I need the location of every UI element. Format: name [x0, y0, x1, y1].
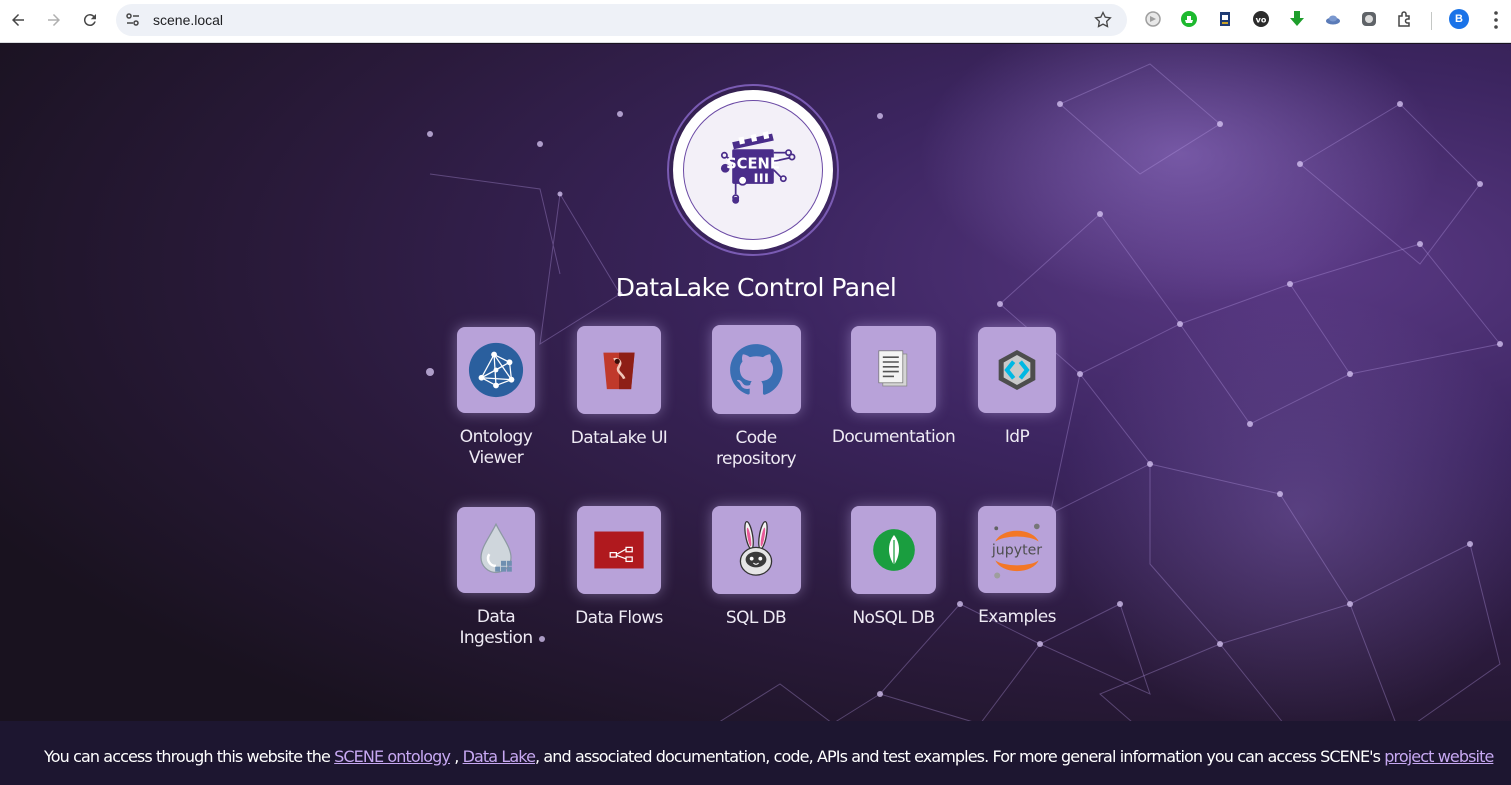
toolbar-divider: [1431, 12, 1432, 30]
tile-ontology-viewer[interactable]: Ontology Viewer: [446, 327, 546, 469]
forward-arrow-icon: [48, 14, 60, 26]
scene-ontology-link[interactable]: SCENE ontology: [334, 747, 451, 766]
tile-label: Ontology Viewer: [459, 427, 533, 468]
tile-documentation[interactable]: Documentation: [831, 326, 956, 448]
logo-text: SCENE: [726, 155, 780, 172]
tile-label: Data Ingestion: [459, 607, 533, 648]
document-icon: [877, 349, 907, 386]
site-info-icon[interactable]: [124, 11, 142, 29]
tile-label: NoSQL DB: [852, 608, 935, 628]
page-content: SCENE DataLake Control Panel Ontology Vi…: [0, 44, 1511, 785]
back-arrow-icon: [12, 14, 24, 26]
project-website-link[interactable]: project website: [1384, 747, 1494, 766]
jupyter-icon: jupyter: [991, 523, 1042, 578]
cloud-ext-icon[interactable]: [1324, 10, 1342, 28]
tile-label: Examples: [978, 607, 1056, 627]
tile-label: Code repository: [716, 428, 797, 469]
keycloak-icon: [998, 350, 1036, 390]
tile-nosql-db[interactable]: NoSQL DB: [831, 506, 956, 629]
network-graph-icon: [468, 342, 524, 398]
bookmark-star-icon[interactable]: [1093, 10, 1113, 30]
reload-button[interactable]: [78, 8, 102, 32]
reload-icon: [83, 14, 96, 27]
tile-label: SQL DB: [725, 608, 787, 628]
svg-text:vo: vo: [1256, 16, 1267, 25]
tile-datalake-ui[interactable]: DataLake UI: [569, 326, 669, 449]
vo-ext-icon[interactable]: vo: [1252, 10, 1270, 28]
browser-toolbar: scene.local vo B: [0, 0, 1511, 43]
svg-text:jupyter: jupyter: [991, 542, 1042, 558]
bunny-astronaut-icon: [739, 520, 773, 576]
tile-label: DataLake UI: [570, 428, 668, 448]
profile-avatar[interactable]: B: [1449, 9, 1469, 29]
page-title: DataLake Control Panel: [615, 273, 897, 302]
tile-label: IdP: [1004, 427, 1030, 447]
footer-bar: You can access through this website the …: [0, 721, 1511, 785]
green-download-ext-icon[interactable]: [1288, 10, 1306, 28]
tile-examples[interactable]: jupyter Examples: [967, 506, 1067, 628]
github-icon: [730, 343, 783, 395]
footer-text: You can access through this website the …: [44, 747, 1494, 766]
bookmark-ext-icon[interactable]: [1216, 10, 1234, 28]
tile-label: Data Flows: [575, 608, 663, 628]
tile-data-ingestion[interactable]: Data Ingestion: [446, 507, 546, 649]
back-button[interactable]: [6, 8, 30, 32]
tile-idp[interactable]: IdP: [967, 327, 1067, 448]
forward-button[interactable]: [42, 8, 66, 32]
url-text: scene.local: [153, 12, 224, 28]
puzzle-extensions-icon[interactable]: [1396, 10, 1414, 28]
gray-circle-ext-icon[interactable]: [1144, 10, 1162, 28]
clapperboard-logo-icon: SCENE: [720, 131, 796, 204]
scene-logo: SCENE: [667, 84, 839, 256]
nifi-flow-icon: [594, 531, 644, 569]
tile-code-repository[interactable]: Code repository: [706, 325, 806, 470]
tile-sql-db[interactable]: SQL DB: [706, 506, 806, 629]
gray-square-ext-icon[interactable]: [1360, 10, 1378, 28]
green-shield-ext-icon[interactable]: [1180, 10, 1198, 28]
more-menu-icon[interactable]: [1486, 9, 1506, 31]
tile-label: Documentation: [831, 427, 956, 447]
address-bar[interactable]: scene.local: [116, 4, 1127, 36]
mongodb-leaf-icon: [872, 529, 915, 571]
tile-data-flows[interactable]: Data Flows: [569, 506, 669, 629]
data-lake-link[interactable]: Data Lake: [463, 747, 536, 766]
aws-s3-bucket-icon: [603, 352, 635, 390]
data-drop-icon: [480, 522, 512, 574]
